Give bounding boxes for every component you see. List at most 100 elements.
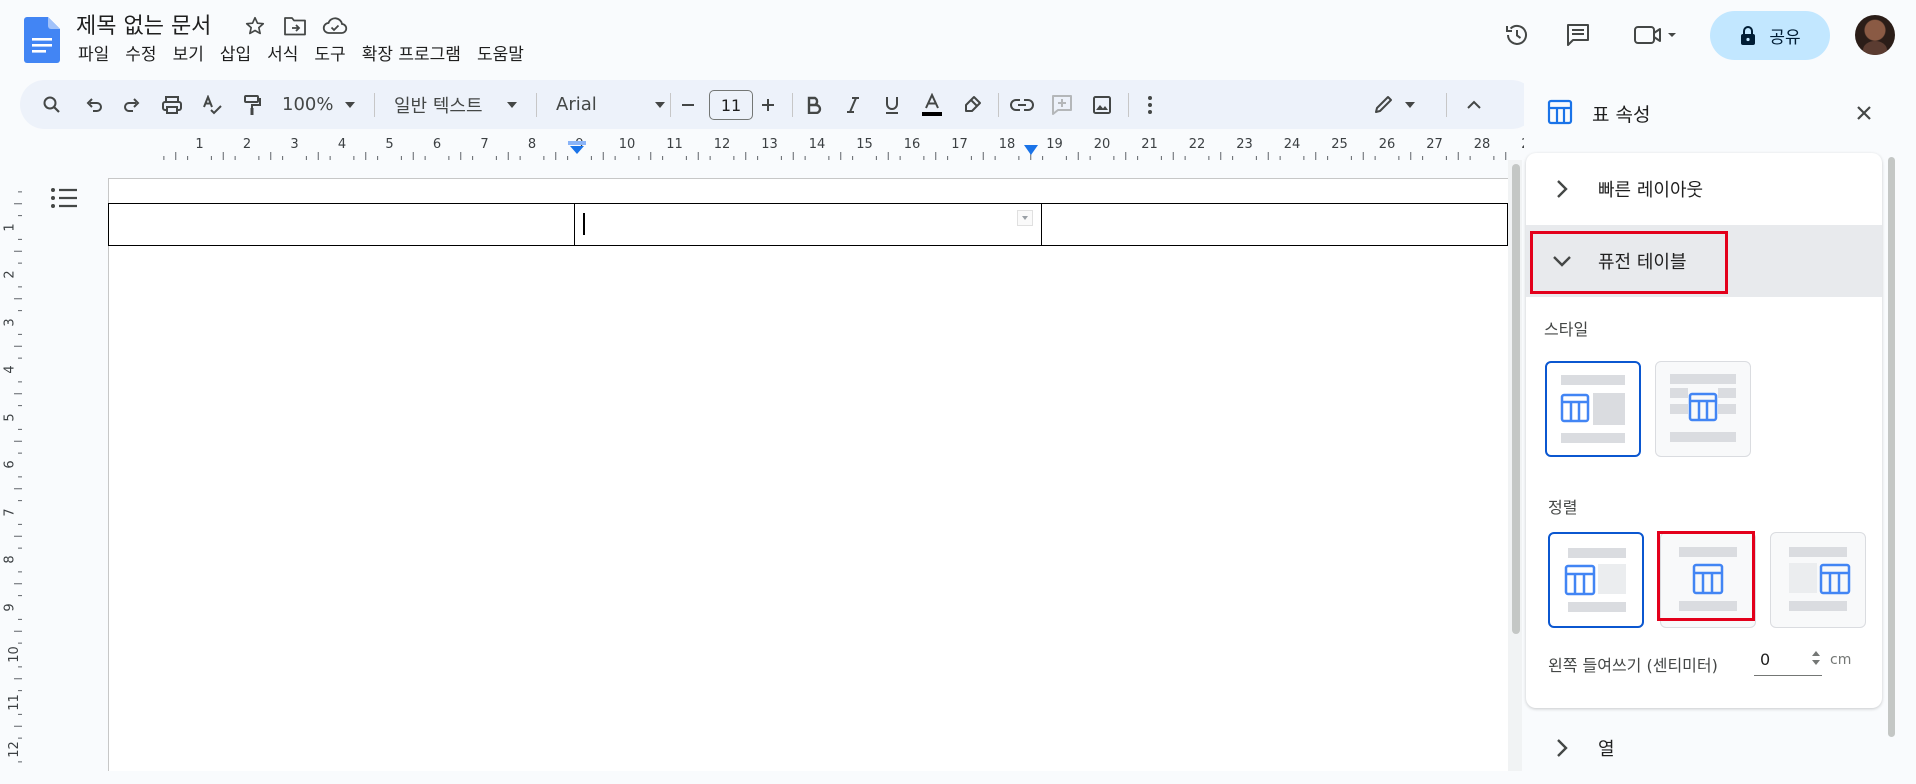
document-page[interactable] bbox=[108, 178, 1508, 771]
style-label: 스타일 bbox=[1544, 320, 1589, 339]
panel-scrollbar-thumb[interactable] bbox=[1888, 157, 1895, 737]
link-icon[interactable] bbox=[1004, 80, 1040, 129]
menu-edit[interactable]: 수정 bbox=[117, 42, 164, 68]
section-label: 열 bbox=[1598, 739, 1615, 760]
horizontal-ruler[interactable]: 1234567891011121314151617181920212223242… bbox=[88, 136, 1538, 160]
panel-title: 표 속성 bbox=[1592, 104, 1651, 126]
align-left-option[interactable] bbox=[1548, 532, 1644, 628]
editing-mode-icon[interactable] bbox=[1366, 80, 1426, 129]
table-cell[interactable] bbox=[1040, 203, 1509, 246]
underline-icon[interactable] bbox=[874, 80, 910, 129]
chevron-right-icon bbox=[1526, 179, 1598, 199]
image-icon[interactable] bbox=[1084, 80, 1120, 129]
table-cell-active[interactable] bbox=[574, 203, 1042, 246]
increase-font-size-icon[interactable] bbox=[750, 80, 786, 129]
move-to-folder-icon[interactable] bbox=[281, 12, 309, 40]
style-option-1[interactable] bbox=[1545, 361, 1641, 457]
section-label: 빠른 레이아웃 bbox=[1598, 180, 1704, 201]
table-cell[interactable] bbox=[107, 203, 576, 246]
paragraph-style-select[interactable]: 일반 텍스트 bbox=[394, 80, 517, 129]
ruler-number: 3 bbox=[290, 137, 299, 152]
docs-logo-icon[interactable] bbox=[24, 17, 60, 63]
share-button[interactable]: 공유 bbox=[1710, 11, 1830, 60]
search-icon[interactable] bbox=[34, 80, 70, 129]
comments-icon[interactable] bbox=[1558, 15, 1598, 55]
paragraph-style-value: 일반 텍스트 bbox=[394, 95, 483, 117]
toolbar-divider bbox=[374, 93, 375, 117]
align-right-option[interactable] bbox=[1770, 532, 1866, 628]
style-option-2[interactable] bbox=[1655, 361, 1751, 457]
vertical-ruler-number: 5 bbox=[2, 412, 18, 422]
menu-extensions[interactable]: 확장 프로그램 bbox=[354, 42, 469, 68]
document-outline-icon[interactable] bbox=[50, 186, 78, 214]
font-select[interactable]: Arial bbox=[556, 80, 665, 129]
zoom-select[interactable]: 100% bbox=[282, 80, 356, 129]
section-columns[interactable]: 열 bbox=[1526, 712, 1882, 784]
more-icon[interactable] bbox=[1132, 80, 1168, 129]
cell-menu-icon[interactable] bbox=[1016, 210, 1033, 226]
text-color-icon[interactable] bbox=[914, 80, 950, 129]
ruler-number: 5 bbox=[385, 137, 394, 152]
highlight-icon[interactable] bbox=[954, 80, 990, 129]
menu-format[interactable]: 서식 bbox=[259, 42, 306, 68]
paint-format-icon[interactable] bbox=[234, 80, 270, 129]
chevron-down-icon bbox=[506, 101, 517, 108]
zoom-value: 100% bbox=[282, 94, 334, 115]
ruler-number: 12 bbox=[713, 137, 731, 152]
version-history-icon[interactable] bbox=[1497, 15, 1537, 55]
font-size-input[interactable]: 11 bbox=[709, 90, 753, 120]
redo-icon[interactable] bbox=[114, 80, 150, 129]
document-title[interactable]: 제목 없는 문서 bbox=[76, 8, 211, 40]
highlight-box bbox=[1530, 231, 1728, 294]
ruler-ticks bbox=[88, 136, 1518, 160]
table-row bbox=[107, 203, 1509, 246]
cloud-saved-icon[interactable] bbox=[321, 12, 349, 40]
add-comment-icon[interactable] bbox=[1044, 80, 1080, 129]
undo-icon[interactable] bbox=[76, 80, 112, 129]
close-icon[interactable] bbox=[1852, 101, 1876, 125]
ruler-number: 4 bbox=[337, 137, 347, 152]
chevron-right-icon bbox=[1526, 738, 1598, 758]
ruler-number: 2 bbox=[242, 137, 252, 152]
vertical-ruler-number: 10 bbox=[6, 646, 22, 663]
vertical-ruler-number: 12 bbox=[6, 741, 22, 758]
menu-help[interactable]: 도움말 bbox=[469, 42, 532, 68]
left-indent-marker-icon[interactable] bbox=[568, 141, 586, 155]
menu-file[interactable]: 파일 bbox=[70, 42, 117, 68]
document-scrollbar-thumb[interactable] bbox=[1512, 164, 1520, 634]
vertical-ruler-number: 1 bbox=[2, 222, 18, 232]
ruler-number: 20 bbox=[1093, 137, 1111, 152]
avatar[interactable] bbox=[1855, 15, 1895, 55]
menu-view[interactable]: 보기 bbox=[165, 42, 212, 68]
toolbar-divider bbox=[536, 93, 537, 117]
meet-video-icon[interactable] bbox=[1628, 15, 1684, 55]
ruler-number: 6 bbox=[432, 137, 442, 152]
ruler-number: 21 bbox=[1141, 137, 1158, 152]
ruler-number: 15 bbox=[856, 137, 873, 152]
lock-icon bbox=[1739, 25, 1757, 47]
italic-icon[interactable] bbox=[835, 80, 871, 129]
vertical-ruler[interactable]: 1 2 3 4 5 6 7 8 9 10 11 12 bbox=[0, 160, 22, 771]
toolbar-divider bbox=[1446, 93, 1447, 117]
vertical-ruler-number: 4 bbox=[2, 365, 18, 374]
ruler-number: 22 bbox=[1188, 137, 1206, 152]
ruler-number: 28 bbox=[1473, 137, 1491, 152]
ruler-number: 25 bbox=[1331, 137, 1348, 152]
vertical-ruler-number: 7 bbox=[2, 507, 18, 517]
chevron-down-icon bbox=[345, 101, 356, 108]
menu-insert[interactable]: 삽입 bbox=[212, 42, 259, 68]
document-table[interactable] bbox=[107, 203, 1509, 246]
stepper-icon[interactable] bbox=[1810, 648, 1822, 668]
toolbar-divider bbox=[998, 93, 999, 117]
ruler-number: 23 bbox=[1236, 137, 1253, 152]
section-quick-layout[interactable]: 빠른 레이아웃 bbox=[1526, 153, 1882, 225]
menu-tools[interactable]: 도구 bbox=[306, 42, 353, 68]
spellcheck-icon[interactable] bbox=[194, 80, 230, 129]
star-icon[interactable] bbox=[241, 12, 269, 40]
decrease-font-size-icon[interactable] bbox=[670, 80, 706, 129]
collapse-icon[interactable] bbox=[1456, 80, 1492, 129]
chevron-down-icon bbox=[654, 101, 665, 108]
bold-icon[interactable] bbox=[796, 80, 832, 129]
right-indent-marker-icon[interactable] bbox=[1024, 145, 1038, 155]
print-icon[interactable] bbox=[154, 80, 190, 129]
